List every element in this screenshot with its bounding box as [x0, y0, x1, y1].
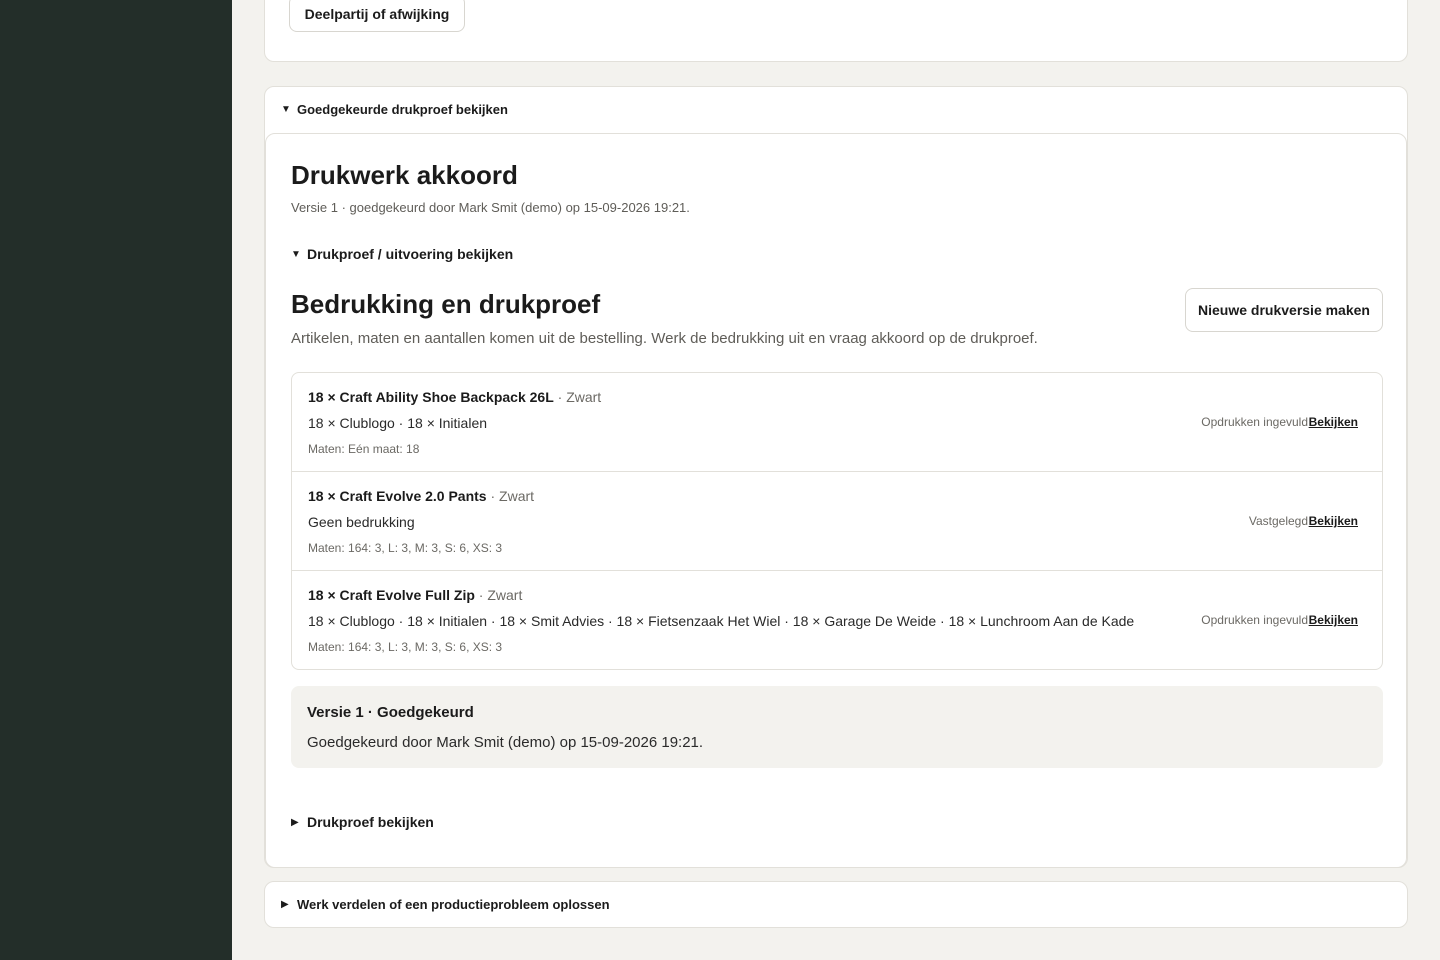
status-badge: Opdrukken ingevuld: [1201, 613, 1308, 627]
triangle-down-icon: ▼: [281, 104, 291, 115]
version-title: Versie 1 · Goedgekeurd: [307, 704, 474, 721]
approved-proof-card: ▼ Goedgekeurde drukproef bekijken Drukwe…: [264, 86, 1408, 868]
status-badge: Opdrukken ingevuld: [1201, 415, 1308, 429]
deelpartij-button[interactable]: Deelpartij of afwijking: [289, 0, 465, 32]
drukproef-uitvoering-label: Drukproef / uitvoering bekijken: [307, 246, 514, 262]
status-badge: Vastgelegd: [1248, 514, 1308, 528]
item-sizes: Maten: 164: 3, L: 3, M: 3, S: 6, XS: 3: [308, 640, 503, 654]
item-print: 18 × Clublogo · 18 × Initialen: [308, 415, 488, 431]
item-sizes: Maten: 164: 3, L: 3, M: 3, S: 6, XS: 3: [308, 541, 503, 555]
item-name: 18 × Craft Evolve Full Zip: [308, 587, 475, 603]
version-text: Goedgekeurd door Mark Smit (demo) op 15-…: [307, 734, 704, 751]
triangle-down-icon: ▼: [291, 248, 301, 260]
bekijken-link[interactable]: Bekijken: [1309, 415, 1358, 429]
item-name: 18 × Craft Ability Shoe Backpack 26L: [308, 389, 554, 405]
article-list: 18 × Craft Ability Shoe Backpack 26L · Z…: [291, 372, 1383, 670]
item-color: · Zwart: [553, 389, 602, 405]
drukproef-bekijken-summary[interactable]: ▶ Drukproef bekijken: [291, 814, 434, 830]
list-item: 18 × Craft Ability Shoe Backpack 26L · Z…: [292, 373, 1382, 472]
item-print: 18 × Clublogo · 18 × Initialen · 18 × Sm…: [308, 613, 1135, 629]
item-print: Geen bedrukking: [308, 514, 415, 530]
top-card: Deelpartij of afwijking: [264, 0, 1408, 62]
item-color: · Zwart: [474, 587, 523, 603]
werk-verdelen-label: Werk verdelen of een productieprobleem o…: [297, 897, 610, 912]
section-subtitle: Artikelen, maten en aantallen komen uit …: [291, 330, 1038, 347]
drukproef-bekijken-label: Drukproef bekijken: [307, 814, 434, 830]
triangle-right-icon: ▶: [281, 899, 289, 910]
version-box: Versie 1 · Goedgekeurd Goedgekeurd door …: [291, 686, 1383, 768]
page-title: Drukwerk akkoord: [291, 160, 518, 190]
list-item: 18 × Craft Evolve Full Zip · Zwart 18 × …: [292, 571, 1382, 669]
werk-verdelen-card: ▶ Werk verdelen of een productieprobleem…: [264, 881, 1408, 928]
werk-verdelen-summary[interactable]: ▶ Werk verdelen of een productieprobleem…: [281, 897, 610, 912]
item-sizes: Maten: Eén maat: 18: [308, 442, 420, 456]
sidebar: [0, 0, 232, 960]
item-name: 18 × Craft Evolve 2.0 Pants: [308, 488, 487, 504]
approved-proof-summary-label: Goedgekeurde drukproef bekijken: [297, 102, 508, 117]
drukproef-uitvoering-summary[interactable]: ▼ Drukproef / uitvoering bekijken: [291, 246, 513, 262]
approved-proof-summary[interactable]: ▼ Goedgekeurde drukproef bekijken: [281, 102, 508, 117]
approved-proof-panel: Drukwerk akkoord Versie 1 · goedgekeurd …: [265, 133, 1407, 868]
bekijken-link[interactable]: Bekijken: [1309, 514, 1358, 528]
triangle-right-icon: ▶: [291, 816, 299, 828]
bekijken-link[interactable]: Bekijken: [1309, 613, 1358, 627]
approval-meta: Versie 1 · goedgekeurd door Mark Smit (d…: [291, 200, 690, 215]
new-print-version-button[interactable]: Nieuwe drukversie maken: [1185, 288, 1383, 332]
item-color: · Zwart: [486, 488, 535, 504]
section-title: Bedrukking en drukproef: [291, 289, 601, 319]
list-item: 18 × Craft Evolve 2.0 Pants · Zwart Geen…: [292, 472, 1382, 571]
